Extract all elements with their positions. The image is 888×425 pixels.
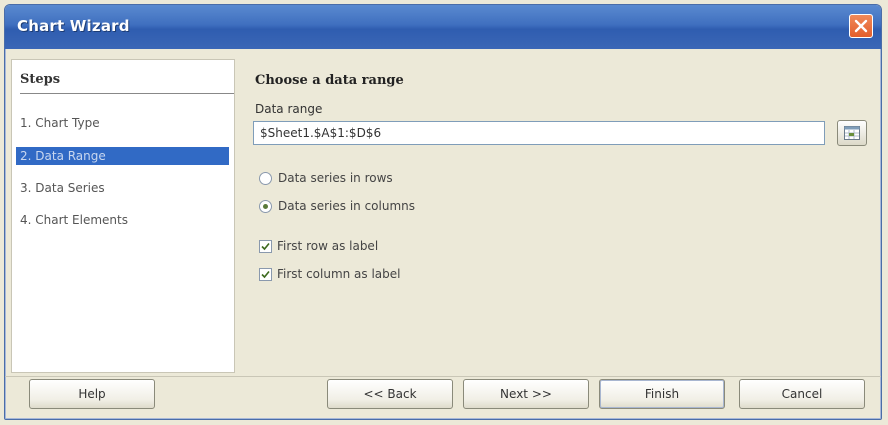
series-in-rows-label: Data series in rows [278,171,393,185]
section-title: Choose a data range [255,73,404,88]
first-column-label-option[interactable]: First column as label [259,265,401,283]
step-chart-elements[interactable]: 4. Chart Elements [20,211,228,229]
first-column-label-text: First column as label [277,267,401,281]
range-picker-button[interactable] [837,120,867,146]
series-in-columns-label: Data series in columns [278,199,415,213]
close-icon [854,19,868,33]
main-panel: Choose a data range Data range Data seri… [241,59,875,371]
checkmark-icon [261,270,270,278]
range-picker-icon [844,126,860,140]
series-in-columns-radio[interactable] [259,199,272,213]
series-in-rows-option[interactable]: Data series in rows [259,169,393,187]
chart-wizard-dialog: Chart Wizard Steps 1. Chart Type 2. Data… [4,4,882,420]
first-row-checkbox[interactable] [259,239,272,253]
title-bar: Chart Wizard [5,5,881,49]
series-in-rows-radio[interactable] [259,171,272,185]
steps-heading: Steps [20,72,234,94]
data-range-label: Data range [255,102,323,116]
first-column-checkbox[interactable] [259,267,272,281]
next-button[interactable]: Next >> [463,379,589,409]
close-button[interactable] [849,14,873,38]
steps-panel: Steps 1. Chart Type 2. Data Range 3. Dat… [11,59,235,373]
footer-separator [5,376,881,377]
help-button[interactable]: Help [29,379,155,409]
back-button[interactable]: << Back [327,379,453,409]
step-data-range[interactable]: 2. Data Range [16,147,229,165]
step-chart-type[interactable]: 1. Chart Type [20,114,228,132]
checkmark-icon [261,242,270,250]
first-row-label-option[interactable]: First row as label [259,237,378,255]
data-range-input[interactable] [253,121,825,145]
step-data-series[interactable]: 3. Data Series [20,179,228,197]
series-in-columns-option[interactable]: Data series in columns [259,197,415,215]
finish-button[interactable]: Finish [599,379,725,409]
window-title: Chart Wizard [17,17,130,35]
cancel-button[interactable]: Cancel [739,379,865,409]
first-row-label-text: First row as label [277,239,379,253]
